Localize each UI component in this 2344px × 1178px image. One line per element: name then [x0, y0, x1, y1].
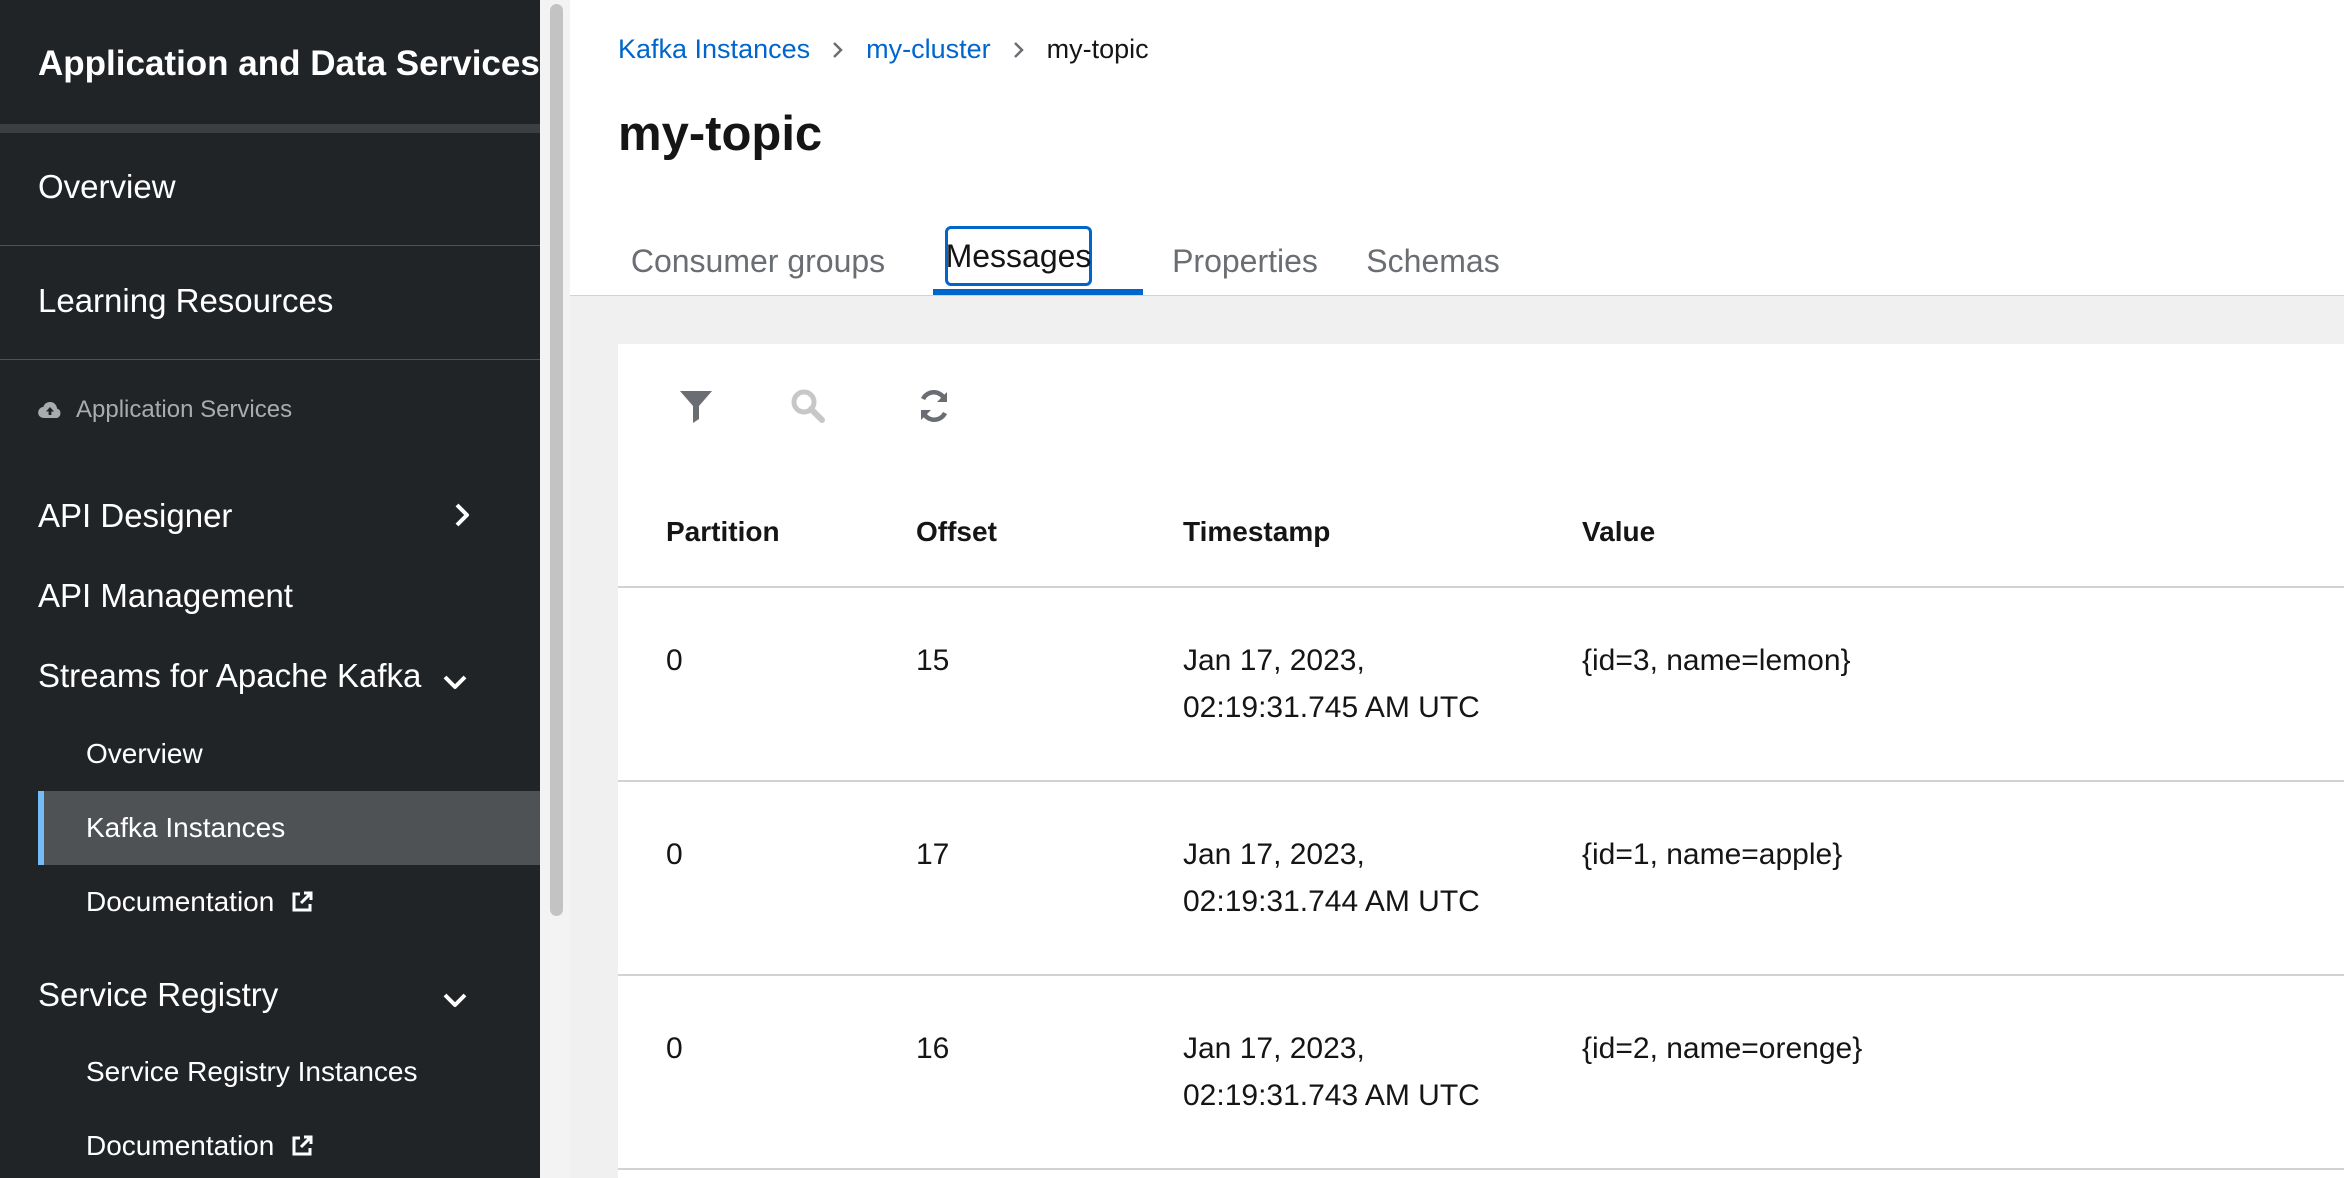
breadcrumb-kafka-instances[interactable]: Kafka Instances — [618, 34, 810, 65]
tab-bar: Consumer groups Messages Properties Sche… — [570, 226, 2344, 296]
section-label: Application Services — [76, 396, 293, 423]
tab-properties[interactable]: Properties — [1160, 226, 1330, 296]
active-tab-underline — [933, 289, 1143, 295]
header-divider — [618, 586, 2344, 588]
app-title: Application and Data Services — [38, 44, 540, 83]
external-link-icon — [292, 1135, 313, 1156]
sidebar-item-service-registry-instances[interactable]: Service Registry Instances — [86, 1056, 417, 1088]
cell-value: {id=2, name=orenge} — [1582, 1032, 1863, 1065]
chevron-right-icon — [832, 41, 844, 59]
tab-consumer-groups[interactable]: Consumer groups — [618, 226, 898, 296]
external-link-icon — [292, 891, 313, 912]
title-divider — [0, 124, 540, 133]
cell-timestamp-date: Jan 17, 2023, — [1183, 838, 1365, 871]
filter-icon[interactable] — [678, 388, 714, 424]
cell-offset: 15 — [916, 644, 950, 677]
sidebar: Application and Data Services Overview L… — [0, 0, 540, 1178]
row-divider — [618, 974, 2344, 976]
nav-api-management[interactable]: API Management — [38, 577, 293, 615]
cell-timestamp-time: 02:19:31.744 AM UTC — [1183, 885, 1480, 918]
nav-service-registry[interactable]: Service Registry — [38, 976, 278, 1014]
messages-card: Partition Offset Timestamp Value 0 15 Ja… — [618, 344, 2344, 1178]
nav-divider — [0, 245, 540, 246]
sidebar-item-label: Documentation — [86, 886, 275, 917]
cell-value: {id=1, name=apple} — [1582, 838, 1843, 871]
breadcrumb: Kafka Instances my-cluster my-topic — [618, 34, 1149, 65]
section-application-services: Application Services — [38, 396, 292, 424]
cell-value: {id=3, name=lemon} — [1582, 644, 1851, 677]
cell-partition: 0 — [666, 644, 683, 677]
column-header-offset[interactable]: Offset — [916, 516, 997, 548]
cell-offset: 16 — [916, 1032, 950, 1065]
sidebar-item-label: Documentation — [86, 1130, 275, 1161]
tab-schemas[interactable]: Schemas — [1358, 226, 1508, 296]
nav-api-designer[interactable]: API Designer — [38, 497, 232, 535]
nav-divider — [0, 359, 540, 360]
nav-streams-kafka[interactable]: Streams for Apache Kafka — [38, 657, 421, 695]
refresh-icon[interactable] — [916, 388, 952, 424]
sidebar-scrollbar-thumb[interactable] — [550, 4, 563, 916]
chevron-right-icon — [1013, 41, 1025, 59]
column-header-partition[interactable]: Partition — [666, 516, 780, 548]
chevron-down-icon[interactable] — [442, 990, 468, 1010]
cell-timestamp-date: Jan 17, 2023, — [1183, 644, 1365, 677]
chevron-down-icon[interactable] — [442, 672, 468, 692]
cell-partition: 0 — [666, 838, 683, 871]
cloud-upload-icon — [38, 401, 61, 419]
row-divider — [618, 1168, 2344, 1170]
main-content: Kafka Instances my-cluster my-topic my-t… — [570, 0, 2344, 1178]
cell-timestamp-time: 02:19:31.745 AM UTC — [1183, 691, 1480, 724]
breadcrumb-my-cluster[interactable]: my-cluster — [866, 34, 991, 65]
sidebar-item-registry-documentation[interactable]: Documentation — [86, 1130, 314, 1162]
column-header-timestamp[interactable]: Timestamp — [1183, 516, 1330, 548]
nav-overview[interactable]: Overview — [38, 168, 176, 206]
breadcrumb-current: my-topic — [1046, 34, 1149, 64]
row-divider — [618, 780, 2344, 782]
sidebar-item-streams-overview[interactable]: Overview — [86, 738, 203, 770]
cell-partition: 0 — [666, 1032, 683, 1065]
search-icon[interactable] — [790, 388, 826, 424]
sidebar-item-streams-documentation[interactable]: Documentation — [86, 886, 314, 918]
cell-timestamp-time: 02:19:31.743 AM UTC — [1183, 1079, 1480, 1112]
active-nav-indicator — [38, 791, 44, 865]
cell-offset: 17 — [916, 838, 950, 871]
tab-messages[interactable]: Messages — [945, 226, 1092, 286]
sidebar-item-kafka-instances[interactable]: Kafka Instances — [86, 812, 285, 844]
page-title: my-topic — [618, 107, 823, 161]
nav-learning-resources[interactable]: Learning Resources — [38, 282, 333, 320]
column-header-value[interactable]: Value — [1582, 516, 1655, 548]
chevron-right-icon[interactable] — [453, 502, 473, 528]
cell-timestamp-date: Jan 17, 2023, — [1183, 1032, 1365, 1065]
